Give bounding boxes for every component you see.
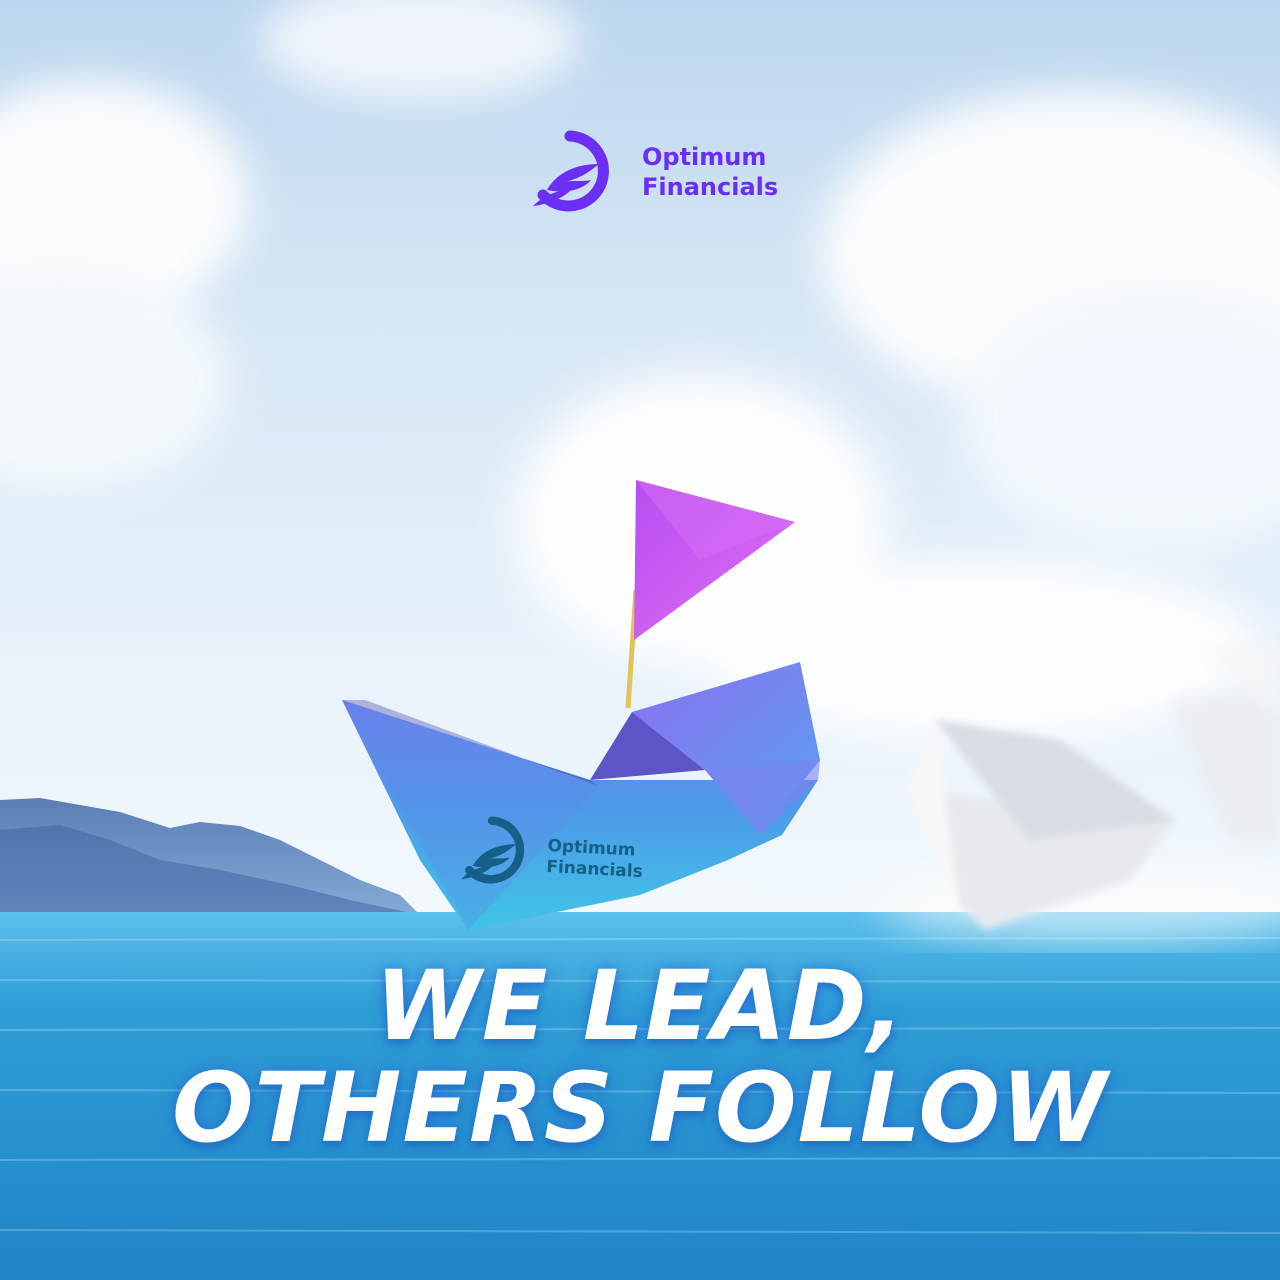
brand-name-line1: Optimum [642,143,767,171]
boat-logo: Optimum Financials [456,814,666,890]
brand-logo: Optimum Financials [527,128,807,214]
headline: WE LEAD, OTHERS FOLLOW [0,955,1280,1159]
boat-logo-line2: Financials [545,856,644,882]
brand-name-line2: Financials [642,173,779,201]
boat-logo-name: Optimum Financials [546,836,645,883]
poster: Optimum Financials Optimum Financials WE… [0,0,1280,1280]
headline-line2: OTHERS FOLLOW [171,1052,1109,1164]
boat-logo-icon [461,816,525,884]
brand-name: Optimum Financials [642,142,778,202]
headline-line1: WE LEAD, [374,950,906,1062]
brand-logo-icon [533,130,609,212]
